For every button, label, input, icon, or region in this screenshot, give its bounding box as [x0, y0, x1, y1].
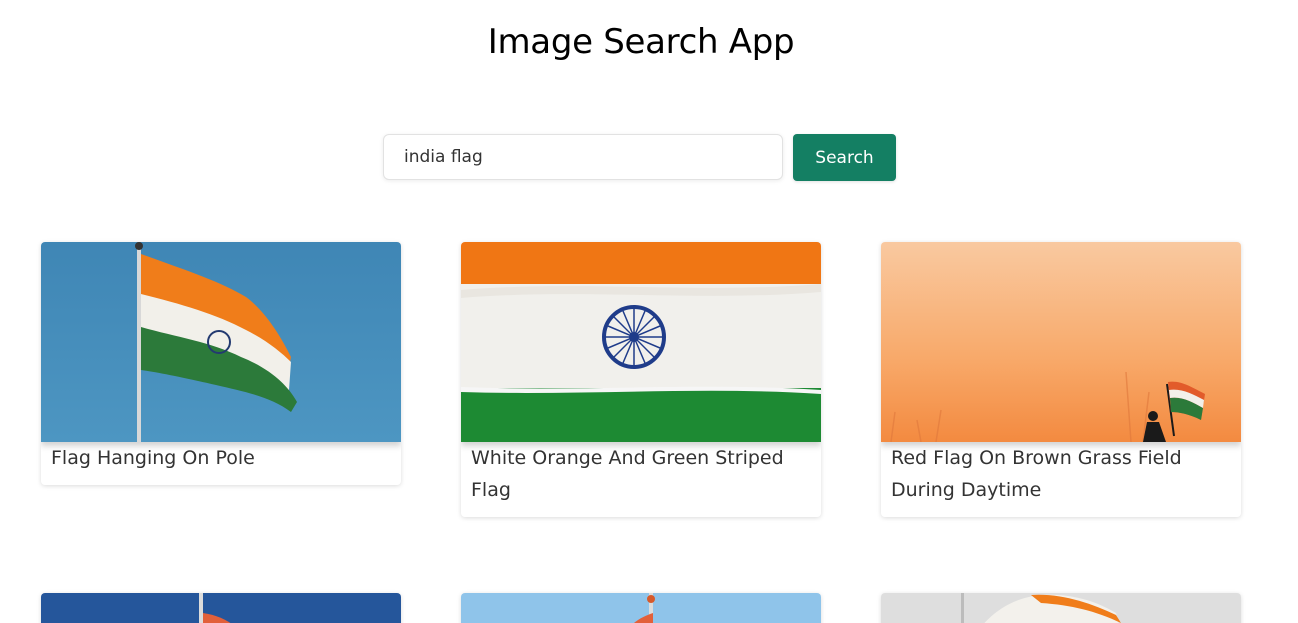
result-card[interactable]: [41, 593, 401, 623]
search-button[interactable]: Search: [793, 134, 896, 181]
image-search-page: Image Search App Search: [0, 0, 1298, 623]
result-card[interactable]: White Orange And Green Striped Flag: [461, 242, 821, 517]
result-image-striped-flag[interactable]: [461, 242, 821, 442]
page-title: Image Search App: [487, 22, 795, 62]
search-bar: Search: [383, 134, 896, 181]
result-image-partial[interactable]: [41, 593, 401, 623]
result-image-flag-on-pole[interactable]: [41, 242, 401, 442]
search-input[interactable]: [383, 134, 783, 180]
result-card[interactable]: [461, 593, 821, 623]
result-image-partial[interactable]: [881, 593, 1241, 623]
result-image-flag-on-field[interactable]: [881, 242, 1241, 442]
result-card[interactable]: Red Flag On Brown Grass Field During Day…: [881, 242, 1241, 517]
result-card[interactable]: Flag Hanging On Pole: [41, 242, 401, 485]
result-card[interactable]: [881, 593, 1241, 623]
result-image-partial[interactable]: [461, 593, 821, 623]
